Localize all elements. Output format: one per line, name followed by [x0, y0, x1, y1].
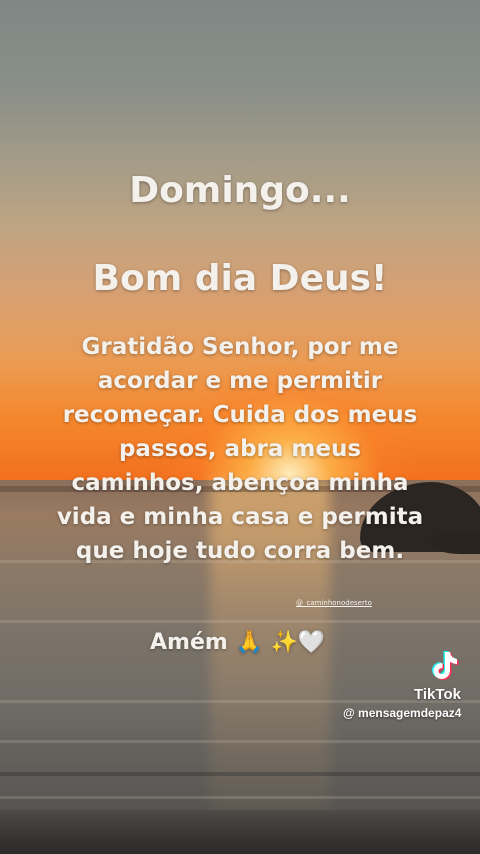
shore — [0, 810, 480, 854]
author-credit: @_caminhonodeserto — [296, 599, 372, 607]
wave-line — [0, 700, 480, 703]
tiktok-logo-icon — [426, 646, 462, 682]
amen-text: Amém 🙏 ✨🤍 — [150, 630, 326, 655]
creator-handle: @ mensagemdepaz4 — [343, 706, 462, 720]
wave-line — [0, 796, 480, 799]
wave-line — [0, 620, 480, 623]
tiktok-brand-label: TikTok — [414, 686, 461, 703]
wave-line — [0, 772, 480, 776]
day-heading: Domingo... — [129, 170, 351, 211]
prayer-text: Gratidão Senhor, por me acordar e me per… — [56, 334, 424, 564]
wave-line — [0, 740, 480, 743]
greeting-heading: Bom dia Deus! — [92, 258, 388, 299]
